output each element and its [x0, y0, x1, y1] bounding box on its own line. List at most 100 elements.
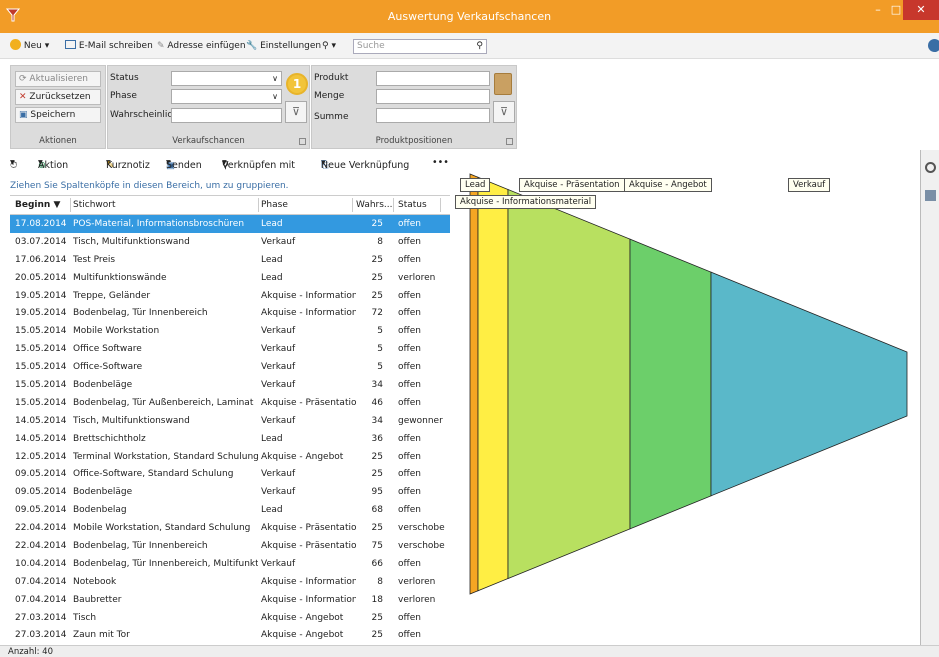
search-go-icon[interactable]: ⚲ [476, 40, 483, 53]
cell-phase: Akquise - Präsentation [261, 523, 356, 534]
funnel-segment-3[interactable] [629, 238, 712, 530]
table-row[interactable]: 09.05.2014 Bodenbelag Lead 68 offen [10, 501, 450, 519]
column-header-probability[interactable]: Wahrs... [356, 200, 393, 210]
phase-select[interactable]: ∨ [171, 89, 282, 104]
table-row[interactable]: 09.05.2014 Bodenbeläge Verkauf 95 offen [10, 483, 450, 501]
cell-probability: 95 [371, 487, 383, 498]
chevron-down-icon: ∨ [272, 74, 278, 83]
table-row[interactable]: 15.05.2014 Office Software Verkauf 5 offen [10, 340, 450, 358]
column-divider[interactable] [258, 198, 259, 212]
products-filter-button[interactable]: ⊽ [493, 101, 515, 123]
stage-label-information: Akquise - Informationsmaterial [455, 195, 597, 209]
cell-phase: Lead [261, 433, 283, 444]
product-label: Produkt [314, 73, 349, 83]
table-row[interactable]: 27.03.2014 Zaun mit Tor Akquise - Angebot 2… [10, 626, 450, 644]
send-dropdown[interactable]: ▣ Senden ▾ [166, 157, 202, 171]
cell-status: verloren [398, 272, 436, 283]
minimize-button[interactable]: – [869, 0, 887, 20]
cell-begin: 03.07.2014 [15, 236, 67, 247]
search-input[interactable]: Suche ⚲ [353, 39, 487, 54]
table-row[interactable]: 15.05.2014 Office-Software Verkauf 5 offen [10, 358, 450, 376]
funnel-segment-1[interactable] [477, 176, 509, 592]
save-button[interactable]: ▣ Speichern [15, 107, 101, 123]
column-header-begin[interactable]: Beginn ▼ [15, 200, 60, 210]
cell-status: offen [398, 380, 421, 391]
cell-probability: 25 [371, 469, 383, 480]
search-placeholder: Suche [357, 41, 385, 51]
action-dropdown[interactable]: ⊕ Aktion ▾ [38, 157, 68, 171]
table-row[interactable]: 20.05.2014 Multifunktionswände Lead 25 verlo… [10, 269, 450, 287]
table-row[interactable]: 15.05.2014 Bodenbelag, Tür Außenbereich, … [10, 394, 450, 412]
close-button[interactable]: ✕ [903, 0, 939, 20]
opportunities-launcher-icon[interactable] [299, 138, 306, 145]
help-icon[interactable] [928, 39, 939, 52]
search-scope-dropdown[interactable]: ⚲ ▾ [322, 39, 336, 53]
table-row[interactable]: 22.04.2014 Mobile Workstation, Standard S… [10, 519, 450, 537]
table-row[interactable]: 12.05.2014 Terminal Workstation, Standard… [10, 448, 450, 466]
opportunities-group: Status ∨ Phase ∨ Wahrscheinlic... 1 ⊽ Ve… [107, 65, 310, 149]
probability-input[interactable] [171, 108, 282, 123]
table-row[interactable]: 15.05.2014 Bodenbeläge Verkauf 34 offen [10, 376, 450, 394]
table-row[interactable]: 07.04.2014 Notebook Akquise - Informations… [10, 573, 450, 591]
opportunities-filter-button[interactable]: ⊽ [285, 101, 307, 123]
cell-phase: Akquise - Informations [261, 290, 356, 301]
table-row[interactable]: 09.05.2014 Office-Software, Standard Schu… [10, 465, 450, 483]
table-row[interactable]: 07.04.2014 Baubretter Akquise - Informatio… [10, 591, 450, 609]
table-row[interactable]: 03.07.2014 Tisch, Multifunktionswand Verka… [10, 233, 450, 251]
refresh-label: Aktualisieren [29, 74, 89, 84]
settings-button[interactable]: 🔧 Einstellungen [246, 39, 321, 53]
column-header-status[interactable]: Status [398, 200, 427, 210]
cell-phase: Verkauf [261, 558, 296, 569]
column-divider[interactable] [393, 198, 394, 212]
cell-status: offen [398, 487, 421, 498]
cell-keyword: Baubretter [73, 594, 122, 605]
table-row[interactable]: 14.05.2014 Tisch, Multifunktionswand Verka… [10, 412, 450, 430]
products-launcher-icon[interactable] [506, 138, 513, 145]
table-row[interactable]: 10.04.2014 Bodenbelag, Tür Innenbereich, … [10, 555, 450, 573]
record-icon[interactable] [925, 162, 936, 173]
table-row[interactable]: 22.04.2014 Bodenbelag, Tür Innenbereich Ak… [10, 537, 450, 555]
table-row[interactable]: 14.05.2014 Brettschichtholz Lead 36 offen [10, 430, 450, 448]
group-by-hint[interactable]: Ziehen Sie Spaltenköpfe in diesen Bereic… [10, 181, 450, 191]
column-divider[interactable] [440, 198, 441, 212]
product-input[interactable] [376, 71, 490, 86]
new-button[interactable]: Neu ▾ [10, 39, 49, 53]
opportunities-grid: Beginn ▼ Stichwort Phase Wahrs... Status… [10, 195, 450, 647]
column-divider[interactable] [352, 198, 353, 212]
table-row[interactable]: 15.05.2014 Mobile Workstation Verkauf 5 offe… [10, 322, 450, 340]
table-row[interactable]: 27.03.2014 Tisch Akquise - Angebot 25 offen [10, 609, 450, 627]
side-panel-strip[interactable] [920, 150, 939, 645]
sum-input[interactable] [376, 108, 490, 123]
search-icon: ⚲ [322, 41, 329, 51]
refresh-icon: ⟳ [19, 74, 27, 84]
insert-address-button[interactable]: ✎ Adresse einfügen [157, 39, 246, 53]
more-button[interactable]: ••• [432, 157, 449, 168]
cell-keyword: Mobile Workstation, Standard Schulung [73, 523, 251, 534]
sum-label: Summe [314, 112, 349, 122]
link-dropdown[interactable]: ⚲ Verknüpfen mit ▾ [222, 157, 295, 171]
app-window: Auswertung Verkaufschancen – □ ✕ Neu ▾ E… [0, 0, 939, 657]
email-button[interactable]: E-Mail schreiben [65, 39, 153, 53]
new-link-dropdown[interactable]: ⎘ Neue Verknüpfung ▾ [321, 157, 409, 171]
new-label: Neu [23, 41, 42, 51]
table-row[interactable]: 19.05.2014 Treppe, Geländer Akquise - Info… [10, 287, 450, 305]
table-row[interactable]: 17.08.2014 POS-Material, Informationsbros… [10, 215, 450, 233]
table-row[interactable]: 19.05.2014 Bodenbelag, Tür Innenbereich Ak… [10, 304, 450, 322]
cell-begin: 20.05.2014 [15, 272, 67, 283]
quantity-input[interactable] [376, 89, 490, 104]
schedule-dropdown[interactable]: ⏱ ▾ [10, 157, 17, 171]
status-label: Status [110, 73, 139, 83]
column-header-phase[interactable]: Phase [261, 200, 288, 210]
settings-label: Einstellungen [260, 41, 322, 51]
refresh-button[interactable]: ⟳ Aktualisieren [15, 71, 101, 87]
funnel-segment-0[interactable] [469, 173, 479, 595]
column-divider[interactable] [70, 198, 71, 212]
note-button[interactable]: ✎ Kurznotiz ▾ [106, 157, 150, 171]
column-header-keyword[interactable]: Stichwort [73, 200, 116, 210]
status-select[interactable]: ∨ [171, 71, 282, 86]
reset-button[interactable]: ✕ Zurücksetzen [15, 89, 101, 105]
funnel-segment-4[interactable] [710, 271, 908, 497]
attachments-icon[interactable] [925, 190, 936, 201]
table-row[interactable]: 17.06.2014 Test Preis Lead 25 offen [10, 251, 450, 269]
funnel-segment-2[interactable] [507, 188, 631, 580]
